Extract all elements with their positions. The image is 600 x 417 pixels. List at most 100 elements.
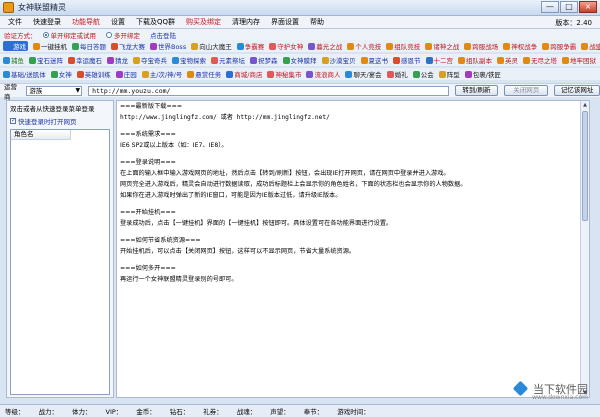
menu-settings[interactable]: 设置 — [111, 17, 125, 27]
feature-icon — [250, 56, 257, 64]
toolbar-item[interactable]: 英灵 — [497, 55, 518, 65]
menu-download-qq[interactable]: 下载及QQ群 — [136, 17, 175, 27]
role-list[interactable]: 角色名 — [10, 129, 110, 395]
info-panel: ===最新版下载=== http://www.jinglingfz.com/ 或者… — [116, 100, 590, 398]
multi-bind-option[interactable]: 多开绑定 — [106, 30, 140, 40]
toolbar-item[interactable]: 个人竞技 — [347, 41, 381, 51]
toolbar-item[interactable]: 主/次/神/号 — [141, 69, 182, 79]
close-page-button[interactable]: 关闭网页 — [504, 85, 549, 96]
toolbar-item[interactable]: 阵型 — [438, 69, 460, 79]
remember-url-button[interactable]: 记忆该网址 — [554, 85, 600, 96]
toolbar-item[interactable]: 飞龙大赛 — [111, 41, 145, 51]
menu-bar: 文件 快速登录 功能导航 设置 下载及QQ群 购买及绑定 清理内存 界面设置 帮… — [0, 16, 600, 29]
toolbar-item[interactable]: 庄园 — [115, 69, 137, 79]
toolbar-item[interactable]: 无尽之塔 — [523, 55, 557, 65]
verification-label: 验证方式： — [4, 31, 37, 40]
title-bar: 女神联盟精灵 — □ × — [0, 0, 600, 16]
panel-hint: 双击或者从快速登录菜单登录 — [10, 105, 95, 113]
goto-refresh-button[interactable]: 转到/刷新 — [454, 85, 499, 96]
menu-ui-settings[interactable]: 界面设置 — [271, 17, 299, 27]
feature-icon — [50, 70, 58, 78]
toolbar-item[interactable]: 一键挂机 — [33, 41, 67, 51]
menu-help[interactable]: 帮助 — [310, 17, 324, 27]
feature-icon — [172, 56, 179, 64]
downxia-logo-icon — [511, 381, 531, 397]
status-field: 等级： — [5, 408, 25, 416]
toolbar-item[interactable]: 神秘集市 — [267, 69, 301, 79]
feature-icon — [191, 42, 199, 50]
toolbar-item[interactable]: 女神 — [50, 69, 72, 79]
single-bind-option[interactable]: 单开绑定或试用 — [42, 30, 96, 40]
toolbar-item[interactable]: 战盟远征 — [581, 41, 600, 51]
toolbar-item[interactable]: 幸运魔石 — [68, 55, 102, 65]
status-field: 奉节： — [303, 408, 324, 416]
feature-icon — [503, 42, 511, 50]
vertical-scrollbar[interactable]: ▲ ▼ — [580, 101, 589, 397]
toolbar-item[interactable]: 夏这书 — [360, 55, 388, 65]
feature-icon — [345, 70, 353, 78]
toolbar-item[interactable]: 悬赏任务 — [187, 69, 221, 79]
menu-purchase[interactable]: 购买及绑定 — [186, 17, 221, 27]
toolbar-item[interactable]: 守护女神 — [269, 41, 303, 51]
feature-icon — [464, 70, 472, 78]
toolbar-item[interactable]: 组队竞技 — [386, 41, 420, 51]
toolbar-item[interactable]: 宝石迷阵 — [29, 55, 63, 65]
toolbar-item[interactable]: 聊天/宴会 — [345, 69, 382, 79]
menu-clear-memory[interactable]: 清理内存 — [232, 17, 260, 27]
app-icon — [3, 2, 14, 13]
chevron-down-icon: ▼ — [75, 86, 81, 94]
toolbar-item[interactable]: 公会 — [412, 69, 434, 79]
toolbar-item[interactable]: 祝梦森 — [250, 55, 278, 65]
close-button[interactable]: × — [579, 1, 597, 13]
toolbar-item[interactable]: 跨服争霸 — [542, 41, 576, 51]
scroll-thumb[interactable] — [582, 111, 588, 221]
toolbar-item[interactable]: 向山大魔王 — [191, 41, 232, 51]
toolbar-item[interactable]: 女神膜拜 — [282, 55, 317, 65]
toolbar-item[interactable]: 商城/商店 — [226, 69, 262, 79]
toolbar-item[interactable]: 游戏 — [3, 41, 28, 51]
feature-icon — [33, 42, 40, 50]
toolbar-item[interactable]: 世界Boss — [150, 41, 186, 51]
toolbar-item[interactable]: 组队副本 — [458, 55, 492, 65]
feature-icon — [360, 56, 368, 64]
feature-icon — [68, 56, 75, 64]
toolbar-item[interactable]: 神权战争 — [503, 41, 537, 51]
toolbar-item[interactable]: 沙漠宝贝 — [321, 55, 356, 65]
toolbar-item[interactable]: 基础/送肌体 — [3, 69, 46, 79]
menu-function-nav[interactable]: 功能导航 — [72, 17, 100, 27]
watermark: 当下软件园 www.downxia.com — [511, 381, 588, 401]
toolbar-item[interactable]: 十二宫 — [425, 55, 453, 65]
info-line: IE6 SP2或以上版本（如：IE7、IE8）。 — [120, 142, 228, 149]
url-input[interactable]: http://mm.youzu.com/ — [88, 85, 449, 96]
feature-icon — [107, 56, 114, 64]
toolbar-item[interactable]: 争霸赛 — [236, 41, 264, 51]
scroll-up-icon[interactable]: ▲ — [581, 101, 589, 109]
toolbar-item[interactable]: 暮光之战 — [308, 41, 342, 51]
feature-icon — [111, 42, 118, 50]
toolbar-item[interactable]: 捕鱼 — [3, 55, 24, 65]
toolbar-item[interactable]: 猜龙 — [107, 55, 128, 65]
toolbar-item[interactable]: 宝物探索 — [172, 55, 206, 65]
toolbar-item[interactable]: 诸神之战 — [425, 41, 459, 51]
maximize-button[interactable]: □ — [560, 1, 578, 13]
menu-file[interactable]: 文件 — [8, 17, 22, 27]
toolbar-item[interactable]: 夺宝奇兵 — [133, 55, 167, 65]
minimize-button[interactable]: — — [541, 1, 559, 13]
toolbar-item[interactable]: 英雄训练 — [76, 69, 111, 79]
account-panel: 双击或者从快速登录菜单登录 快速登录时打开网页 角色名 — [6, 100, 114, 398]
operator-select[interactable]: 游族 ▼ — [26, 85, 83, 96]
login-link[interactable]: 点击登陆 — [150, 30, 176, 40]
toolbar-item[interactable]: 婚礼 — [386, 69, 408, 79]
menu-quick-login[interactable]: 快速登录 — [33, 17, 61, 27]
toolbar-item[interactable]: 跨服战场 — [464, 41, 498, 51]
toolbar-item[interactable]: 感恩节 — [393, 55, 421, 65]
open-page-checkbox[interactable]: 快速登录时打开网页 — [7, 115, 113, 127]
toolbar-item[interactable]: 每日答题 — [72, 41, 106, 51]
toolbar-item[interactable]: 流浪商人 — [306, 69, 340, 79]
feature-icon — [542, 42, 550, 50]
feature-icon — [425, 56, 433, 64]
toolbar-item[interactable]: 地牢困狱 — [562, 55, 596, 65]
toolbar-item[interactable]: 元素祭坛 — [211, 55, 245, 65]
role-name-column-header[interactable]: 角色名 — [11, 130, 71, 140]
toolbar-item[interactable]: 包裹/铁匠 — [464, 69, 501, 79]
